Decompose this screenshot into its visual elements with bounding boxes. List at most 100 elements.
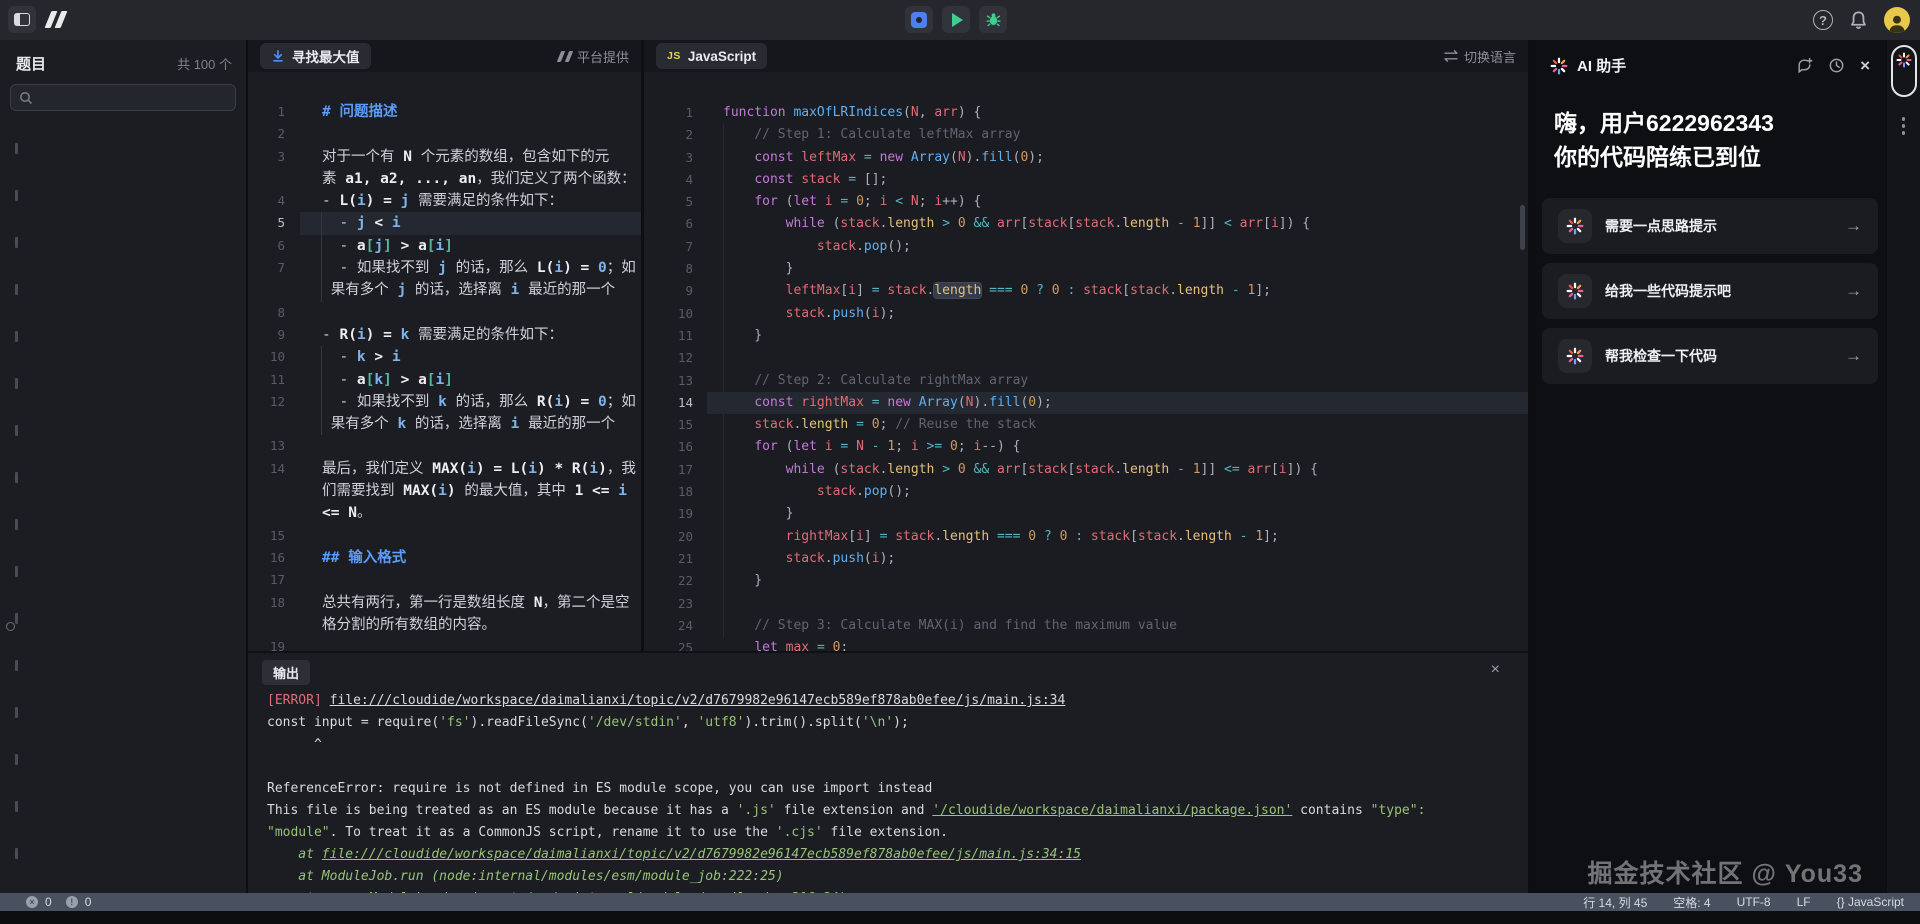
more-options-icon[interactable]: [1902, 117, 1906, 135]
language-tab[interactable]: JS JavaScript: [656, 43, 767, 69]
ai-suggestion-label: 需要一点思路提示: [1605, 216, 1717, 236]
problem-list-item[interactable]: [0, 360, 246, 407]
error-count: 0: [45, 895, 52, 909]
line-number: [248, 279, 300, 301]
sidebar-title: 题目: [16, 53, 46, 74]
problem-list-item[interactable]: [0, 125, 246, 172]
code-editor-panel: JS JavaScript 切换语言 1function maxOfLRIndi…: [644, 40, 1528, 651]
line-number: 12: [644, 347, 707, 369]
run-button[interactable]: [942, 6, 970, 33]
problem-list-item[interactable]: [0, 219, 246, 266]
problem-list-item[interactable]: [0, 172, 246, 219]
play-icon: [952, 13, 963, 27]
switch-language-button[interactable]: 切换语言: [1444, 47, 1516, 66]
problems-warnings-indicator[interactable]: ! 0: [66, 895, 92, 909]
output-console[interactable]: [ERROR] file:///cloudide/workspace/daima…: [248, 685, 1528, 910]
close-ai-panel-icon[interactable]: ×: [1860, 59, 1870, 73]
line-number: 13: [644, 370, 707, 392]
toggle-sidebar-button[interactable]: [8, 6, 36, 33]
problem-description-line: 6 - a[j] > a[i]: [248, 235, 641, 257]
breakpoint-button[interactable]: [905, 6, 933, 33]
problem-description-line: 2: [248, 123, 641, 145]
problem-list-item[interactable]: [0, 689, 246, 736]
problem-description-line: 果有多个 k 的话，选择离 i 最近的那一个: [248, 413, 641, 435]
line-number: 18: [248, 592, 300, 614]
status-item[interactable]: 空格: 4: [1673, 894, 1710, 911]
problem-list-item[interactable]: [0, 783, 246, 830]
status-item[interactable]: UTF-8: [1737, 895, 1771, 909]
status-bar: × 0 ! 0 行 14, 列 45 空格: 4 UTF-8 LF {} JavaScr…: [0, 893, 1920, 911]
code-line: 25 let max = 0;: [644, 637, 1528, 651]
problem-list-item[interactable]: [0, 407, 246, 454]
line-number: 13: [248, 435, 300, 457]
console-output-line: This file is being treated as an ES modu…: [267, 800, 1528, 822]
line-number: 19: [644, 503, 707, 525]
problem-list-item[interactable]: [0, 595, 246, 642]
problems-errors-indicator[interactable]: × 0: [26, 895, 52, 909]
ai-assistant-rail-button[interactable]: [1891, 45, 1917, 97]
problem-description-line: 11 - a[k] > a[i]: [248, 369, 641, 391]
line-number: 11: [248, 369, 300, 391]
status-bar-right: 行 14, 列 45 空格: 4 UTF-8 LF {} JavaScript: [1583, 894, 1904, 911]
ai-suggestion-card[interactable]: 需要一点思路提示→: [1542, 198, 1878, 254]
problem-list-item[interactable]: [0, 266, 246, 313]
line-number: 17: [248, 569, 300, 591]
search-box[interactable]: [10, 84, 236, 111]
swap-arrows-icon: [1444, 50, 1458, 62]
problem-description-line: 15: [248, 525, 641, 547]
problem-description-line: 格分割的所有数组的内容。: [248, 614, 641, 636]
line-number: 21: [644, 548, 707, 570]
line-number: 10: [644, 303, 707, 325]
status-item[interactable]: {} JavaScript: [1837, 895, 1904, 909]
line-number: 4: [248, 190, 300, 212]
code-line: 16 for (let i = N - 1; i >= 0; i--) {: [644, 436, 1528, 458]
problem-list-item[interactable]: [0, 313, 246, 360]
problem-description-editor[interactable]: 1# 问题描述23对于一个有 N 个元素的数组，包含如下的元素 a1, a2, …: [248, 72, 641, 651]
ai-suggestion-card[interactable]: 帮我检查一下代码→: [1542, 328, 1878, 384]
status-item[interactable]: LF: [1797, 895, 1811, 909]
problem-list-item[interactable]: [0, 736, 246, 783]
help-icon[interactable]: ?: [1813, 10, 1833, 30]
output-tab[interactable]: 输出: [262, 660, 310, 685]
code-line: 11 }: [644, 325, 1528, 347]
ai-suggestion-card[interactable]: 给我一些代码提示吧→: [1542, 263, 1878, 319]
problem-list-item[interactable]: [0, 830, 246, 877]
console-output-line: ReferenceError: require is not defined i…: [267, 778, 1528, 800]
problem-list-item[interactable]: [0, 642, 246, 689]
user-avatar[interactable]: [1884, 7, 1910, 33]
status-item[interactable]: 行 14, 列 45: [1583, 894, 1647, 911]
error-count-icon: ×: [26, 896, 38, 908]
problem-tab-label: 寻找最大值: [292, 46, 360, 66]
line-number: 25: [644, 637, 707, 651]
new-chat-icon[interactable]: [1796, 57, 1813, 74]
history-icon[interactable]: [1828, 57, 1845, 74]
problem-tab[interactable]: 寻找最大值: [260, 43, 371, 69]
line-number: 17: [644, 459, 707, 481]
line-number: 2: [644, 124, 707, 146]
problem-list-item[interactable]: [0, 454, 246, 501]
code-line: 22 }: [644, 570, 1528, 592]
right-activity-rail: [1886, 40, 1920, 893]
ai-header: AI 助手 ×: [1534, 40, 1886, 76]
ai-greeting: 嗨，用户6222962343 你的代码陪练已到位: [1534, 76, 1886, 174]
console-output-line: "module". To treat it as a CommonJS scri…: [267, 822, 1528, 844]
problem-list-item[interactable]: [0, 501, 246, 548]
code-editor[interactable]: 1function maxOfLRIndices(N, arr) {2 // S…: [644, 72, 1528, 651]
close-output-icon[interactable]: ×: [1491, 662, 1500, 678]
console-output-line: at ModuleJob.run (node:internal/modules/…: [267, 866, 1528, 888]
problem-description-line: 18总共有两行，第一行是数组长度 N，第二个是空: [248, 592, 641, 614]
output-header: 输出 ×: [248, 653, 1528, 685]
search-input[interactable]: [39, 90, 227, 105]
output-panel: 输出 × [ERROR] file:///cloudide/workspace/…: [248, 651, 1528, 893]
line-number: 22: [644, 570, 707, 592]
debug-button[interactable]: [979, 6, 1007, 33]
problem-list-item[interactable]: [0, 548, 246, 595]
console-output-line: ^: [267, 734, 1528, 756]
line-number: 4: [644, 169, 707, 191]
code-line: 2 // Step 1: Calculate leftMax array: [644, 124, 1528, 146]
problem-description-line: 1# 问题描述: [248, 101, 641, 123]
line-number: 18: [644, 481, 707, 503]
notifications-bell-icon[interactable]: [1849, 10, 1868, 30]
line-number: 15: [248, 525, 300, 547]
editor-scrollbar[interactable]: [1520, 205, 1525, 250]
